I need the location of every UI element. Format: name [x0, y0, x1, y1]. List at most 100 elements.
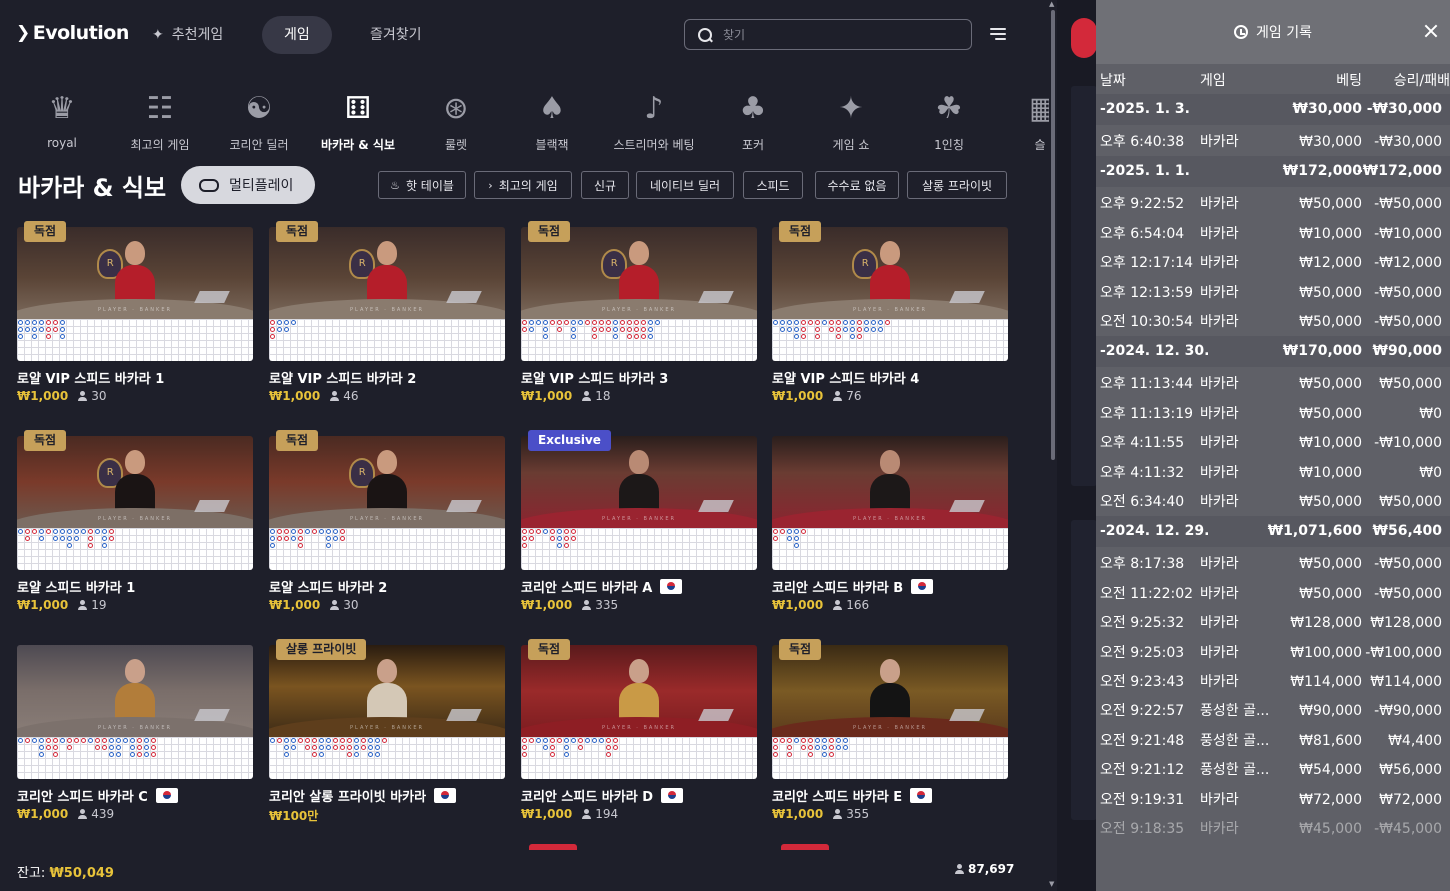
tile-name[interactable]: 로얄 VIP 스피드 바카라 3 [521, 368, 668, 387]
history-row[interactable]: 오전 9:19:31 바카라 ₩72,000 ₩72,000 [1096, 785, 1450, 815]
road-marker [347, 738, 352, 743]
game-tile[interactable]: R PLAYER · BANKER 독점 로얄 스피드 바카라 2 ₩1,000 30 [269, 430, 505, 616]
road-marker [368, 738, 373, 743]
history-row[interactable]: 오전 6:34:40 바카라 ₩50,000 ₩50,000 [1096, 487, 1450, 517]
tile-meta: ₩100만 [269, 807, 318, 824]
history-game: 바카라 [1200, 284, 1239, 301]
tile-name[interactable]: 로얄 스피드 바카라 1 [17, 577, 135, 596]
road-marker [794, 320, 799, 325]
game-tile[interactable]: R PLAYER · BANKER 독점 로얄 VIP 스피드 바카라 2 ₩1,000… [269, 221, 505, 407]
road-marker [592, 327, 597, 332]
history-date: 오전 9:18:35 [1100, 821, 1185, 837]
road-marker [613, 327, 618, 332]
tile-name[interactable]: 코리안 스피드 바카라 E [772, 786, 933, 805]
history-row[interactable]: 오후 11:13:19 바카라 ₩50,000 ₩0 [1096, 399, 1450, 429]
road-marker [137, 752, 142, 757]
history-row[interactable]: 오전 9:22:57 풍성한 골... ₩90,000 -₩90,000 [1096, 696, 1450, 726]
close-icon[interactable] [1424, 24, 1438, 38]
history-header-row: 날짜 게임 베팅 승리/패배 [1096, 64, 1450, 94]
road-marker [312, 529, 317, 534]
game-tile[interactable]: R PLAYER · BANKER 독점 로얄 VIP 스피드 바카라 3 ₩1,000… [521, 221, 757, 407]
history-game: 바카라 [1200, 376, 1239, 393]
bottom-bar: 잔고: ₩50,049 87,697 [0, 850, 1040, 891]
history-date: 오전 6:34:40 [1100, 494, 1185, 510]
header-date: 날짜 [1100, 73, 1126, 89]
road-marker [46, 320, 51, 325]
tile-player-count: 76 [833, 389, 861, 403]
game-tile[interactable]: PLAYER · BANKER 독점 코리안 스피드 바카라 D ₩1,000 194 [521, 639, 757, 825]
history-row[interactable]: 오후 12:13:59 바카라 ₩50,000 -₩50,000 [1096, 278, 1450, 308]
road-marker [32, 529, 37, 534]
history-row[interactable]: 오후 6:40:38 바카라 ₩30,000 -₩30,000 [1096, 127, 1450, 157]
tile-name[interactable]: 코리안 스피드 바카라 D [521, 786, 684, 805]
road-marker [529, 738, 534, 743]
history-row[interactable]: 오후 4:11:32 바카라 ₩10,000 ₩0 [1096, 458, 1450, 488]
history-row[interactable]: 오전 9:21:48 풍성한 골... ₩81,600 ₩4,400 [1096, 726, 1450, 756]
tile-name[interactable]: 로얄 VIP 스피드 바카라 4 [772, 368, 919, 387]
history-row[interactable]: 오전 9:21:12 풍성한 골... ₩54,000 ₩56,000 [1096, 755, 1450, 785]
history-game: 풍성한 골... [1200, 732, 1270, 749]
scroll-down-arrow-icon[interactable]: ▼ [1049, 880, 1054, 888]
vertical-scrollbar[interactable]: ▲ ▼ [1049, 0, 1057, 891]
player-count-value: 355 [846, 807, 870, 821]
history-row[interactable]: 오전 10:30:54 바카라 ₩50,000 -₩50,000 [1096, 307, 1450, 337]
history-row[interactable]: 오전 9:25:03 바카라 ₩100,000 -₩100,000 [1096, 638, 1450, 668]
tile-name[interactable]: 로얄 VIP 스피드 바카라 2 [269, 368, 416, 387]
history-row[interactable]: 오전 11:22:02 바카라 ₩50,000 -₩50,000 [1096, 579, 1450, 609]
history-row[interactable]: 오후 4:11:55 바카라 ₩10,000 -₩10,000 [1096, 428, 1450, 458]
history-row[interactable]: 오후 9:22:52 바카라 ₩50,000 -₩50,000 [1096, 189, 1450, 219]
tile-name[interactable]: 코리안 살롱 프라이빗 바카라 [269, 786, 457, 805]
road-marker [312, 745, 317, 750]
tile-name[interactable]: 코리안 스피드 바카라 A [521, 577, 683, 596]
online-count: 87,697 [955, 862, 1014, 876]
tile-name[interactable]: 로얄 스피드 바카라 2 [269, 577, 387, 596]
history-row[interactable]: 오후 6:54:04 바카라 ₩10,000 -₩10,000 [1096, 219, 1450, 249]
road-marker [291, 529, 296, 534]
road-marker [585, 320, 590, 325]
game-tile[interactable]: PLAYER · BANKER 살롱 프라이빗 코리안 살롱 프라이빗 바카라 ₩10… [269, 639, 505, 825]
tile-name[interactable]: 로얄 VIP 스피드 바카라 1 [17, 368, 164, 387]
road-marker [284, 745, 289, 750]
history-row[interactable]: 오전 9:18:35 바카라 ₩45,000 -₩45,000 [1096, 814, 1450, 844]
road-marker [864, 327, 869, 332]
game-thumbnail[interactable]: PLAYER · BANKER [17, 645, 253, 737]
game-thumbnail[interactable]: PLAYER · BANKER [772, 436, 1008, 528]
history-row[interactable]: 오전 9:23:43 바카라 ₩114,000 ₩114,000 [1096, 667, 1450, 697]
history-winloss: ₩72,000 [1379, 791, 1442, 808]
background-list [1071, 520, 1097, 820]
road-marker [627, 320, 632, 325]
road-marker [808, 738, 813, 743]
history-row[interactable]: 오후 8:17:38 바카라 ₩50,000 -₩50,000 [1096, 549, 1450, 579]
tile-meta: ₩1,000 166 [772, 598, 869, 612]
game-tile[interactable]: R PLAYER · BANKER 독점 로얄 스피드 바카라 1 ₩1,000 19 [17, 430, 253, 616]
game-tile[interactable]: PLAYER · BANKER 독점 코리안 스피드 바카라 E ₩1,000 355 [772, 639, 1008, 825]
game-tile[interactable]: R PLAYER · BANKER 독점 로얄 VIP 스피드 바카라 4 ₩1,000… [772, 221, 1008, 407]
bead-road [17, 319, 253, 361]
game-tile[interactable]: PLAYER · BANKER Exclusive 코리안 스피드 바카라 A ₩1,… [521, 430, 757, 616]
game-tile[interactable]: R PLAYER · BANKER 독점 로얄 VIP 스피드 바카라 1 ₩1,000… [17, 221, 253, 407]
road-marker [88, 529, 93, 534]
road-marker [808, 752, 813, 757]
game-tile[interactable]: PLAYER · BANKER 코리안 스피드 바카라 C ₩1,000 439 [17, 645, 253, 825]
road-marker [18, 738, 23, 743]
road-marker [850, 320, 855, 325]
korea-flag-icon [661, 788, 684, 803]
history-row[interactable]: 오후 11:13:44 바카라 ₩50,000 ₩50,000 [1096, 369, 1450, 399]
road-marker [564, 536, 569, 541]
road-marker [32, 738, 37, 743]
scrollbar-thumb[interactable] [1051, 10, 1055, 460]
game-tile[interactable]: PLAYER · BANKER 코리안 스피드 바카라 B ₩1,000 166 [772, 436, 1008, 616]
history-row[interactable]: 오전 9:25:32 바카라 ₩128,000 ₩128,000 [1096, 608, 1450, 638]
tile-name[interactable]: 코리안 스피드 바카라 C [17, 786, 178, 805]
tile-name[interactable]: 코리안 스피드 바카라 B [772, 577, 934, 596]
road-marker [592, 738, 597, 743]
history-game: 바카라 [1200, 405, 1239, 422]
road-marker [536, 320, 541, 325]
scroll-up-arrow-icon[interactable]: ▲ [1049, 0, 1054, 8]
history-row[interactable]: 오후 12:17:14 바카라 ₩12,000 -₩12,000 [1096, 248, 1450, 278]
table-label: PLAYER · BANKER [350, 725, 424, 731]
card-shoe [949, 291, 985, 303]
history-date: 오후 11:13:19 [1100, 405, 1194, 422]
header-winloss: 승리/패배 [1393, 73, 1450, 89]
road-marker [46, 745, 51, 750]
